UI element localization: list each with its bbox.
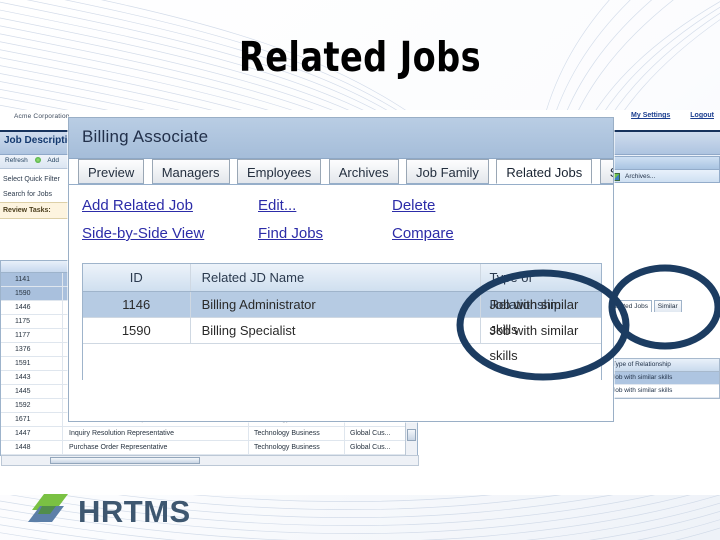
compare-link[interactable]: Compare	[392, 225, 454, 242]
right-panel-header	[606, 156, 720, 169]
top-links: My Settings Logout	[613, 112, 714, 119]
scrollbar-thumb[interactable]	[407, 429, 416, 441]
add-button[interactable]: Add	[47, 157, 59, 164]
related-jobs-grid[interactable]: ID Related JD Name Type of Relationship …	[82, 263, 602, 380]
column-header-id[interactable]: ID	[83, 264, 191, 291]
action-links-row-1: Add Related Job Edit... Delete	[69, 197, 613, 214]
grid-empty-area	[83, 344, 601, 380]
row-name: Inquiry Resolution Representative	[63, 427, 249, 440]
tab-similar[interactable]: Similar	[653, 300, 682, 312]
side-by-side-view-link[interactable]: Side-by-Side View	[82, 225, 258, 242]
zoomed-detail-screenshot: Billing Associate Preview Managers Emplo…	[68, 117, 614, 422]
row-id: 1590	[1, 287, 63, 300]
row-id: 1447	[1, 427, 63, 440]
tab-strip[interactable]: Preview Managers Employees Archives Job …	[69, 159, 613, 185]
screenshot-composite: Acme Corporation My Settings Logout Job …	[0, 110, 720, 495]
add-related-job-link[interactable]: Add Related Job	[82, 197, 258, 214]
tab-archives[interactable]: Archives	[328, 159, 399, 184]
action-links: Add Related Job Edit... Delete Side-by-S…	[69, 185, 613, 259]
row-id: 1376	[1, 343, 63, 356]
action-links-row-2: Side-by-Side View Find Jobs Compare	[69, 225, 613, 242]
scrollbar-thumb[interactable]	[50, 457, 200, 464]
row-id: 1175	[1, 315, 63, 328]
column-header-type-of-relationship[interactable]: Type of Relationship	[481, 264, 601, 312]
right-side-panel: Archives...	[606, 156, 720, 183]
add-icon[interactable]	[34, 157, 41, 163]
cell-type-of-relationship: Job with similar skills	[489, 323, 579, 363]
row-name: Purchase Order Representative	[63, 441, 249, 454]
cell-related-jd-name: Billing Specialist	[191, 318, 482, 343]
cell-type-of-relationship: Job with similar skills	[489, 297, 579, 337]
brand-logo: HRTMS	[28, 492, 191, 532]
table-row[interactable]: 1146 Billing Administrator Job with simi…	[83, 292, 601, 337]
brand-name: HRTMS	[78, 494, 191, 529]
my-settings-link[interactable]: My Settings	[631, 112, 670, 119]
cell-id: 1590	[83, 318, 191, 343]
row-id: 1592	[1, 399, 63, 412]
delete-link[interactable]: Delete	[392, 197, 435, 214]
tab-employees[interactable]: Employees	[236, 159, 322, 184]
find-jobs-link[interactable]: Find Jobs	[258, 225, 392, 242]
table-row[interactable]: 1590 Billing Specialist Job with similar…	[83, 318, 601, 363]
row-id: 1141	[1, 273, 63, 286]
table-row[interactable]: Job with similar skills	[607, 372, 719, 385]
company-name: Acme Corporation	[14, 113, 70, 120]
archives-label: Archives...	[625, 173, 656, 180]
row-family: Technology Business	[249, 427, 345, 440]
row-id: 1591	[1, 357, 63, 370]
tab-related-jobs[interactable]: Related Jobs	[496, 159, 593, 184]
tab-preview[interactable]: Preview	[78, 159, 145, 184]
refresh-button[interactable]: Refresh	[5, 157, 28, 164]
row-id: 1445	[1, 385, 63, 398]
grid-header-row: ID Related JD Name Type of Relationship	[83, 264, 601, 312]
tab-job-family[interactable]: Job Family	[406, 159, 489, 184]
background-tab-strip[interactable]: Related Jobs Similar	[606, 300, 720, 314]
edit-link[interactable]: Edit...	[258, 197, 392, 214]
row-id: 1671	[1, 413, 63, 426]
row-family: Technology Business	[249, 441, 345, 454]
horizontal-scrollbar[interactable]	[1, 455, 419, 466]
table-row[interactable]: 1448 Purchase Order Representative Techn…	[1, 441, 417, 455]
tab-similar[interactable]: Similar	[599, 159, 613, 184]
background-relationship-grid[interactable]: Type of Relationship Job with similar sk…	[606, 358, 720, 399]
row-id: 1448	[1, 441, 63, 454]
page-title: Related Jobs	[238, 33, 482, 81]
job-header-bar: Billing Associate	[69, 118, 613, 159]
row-id: 1177	[1, 329, 63, 342]
archives-menu-item[interactable]: Archives...	[606, 169, 720, 183]
column-header-type-of-relationship: Type of Relationship	[607, 359, 719, 372]
logout-link[interactable]: Logout	[690, 112, 714, 119]
column-header-related-jd-name[interactable]: Related JD Name	[191, 264, 482, 291]
row-id: 1446	[1, 301, 63, 314]
tab-managers[interactable]: Managers	[151, 159, 230, 184]
table-row[interactable]: Job with similar skills	[607, 385, 719, 398]
table-row[interactable]: 1447 Inquiry Resolution Representative T…	[1, 427, 417, 441]
cell-id: 1146	[83, 292, 191, 317]
hrtms-logo-icon	[28, 494, 68, 522]
cell-related-jd-name: Billing Administrator	[191, 292, 482, 317]
row-id: 1443	[1, 371, 63, 384]
job-title: Billing Associate	[82, 127, 209, 146]
